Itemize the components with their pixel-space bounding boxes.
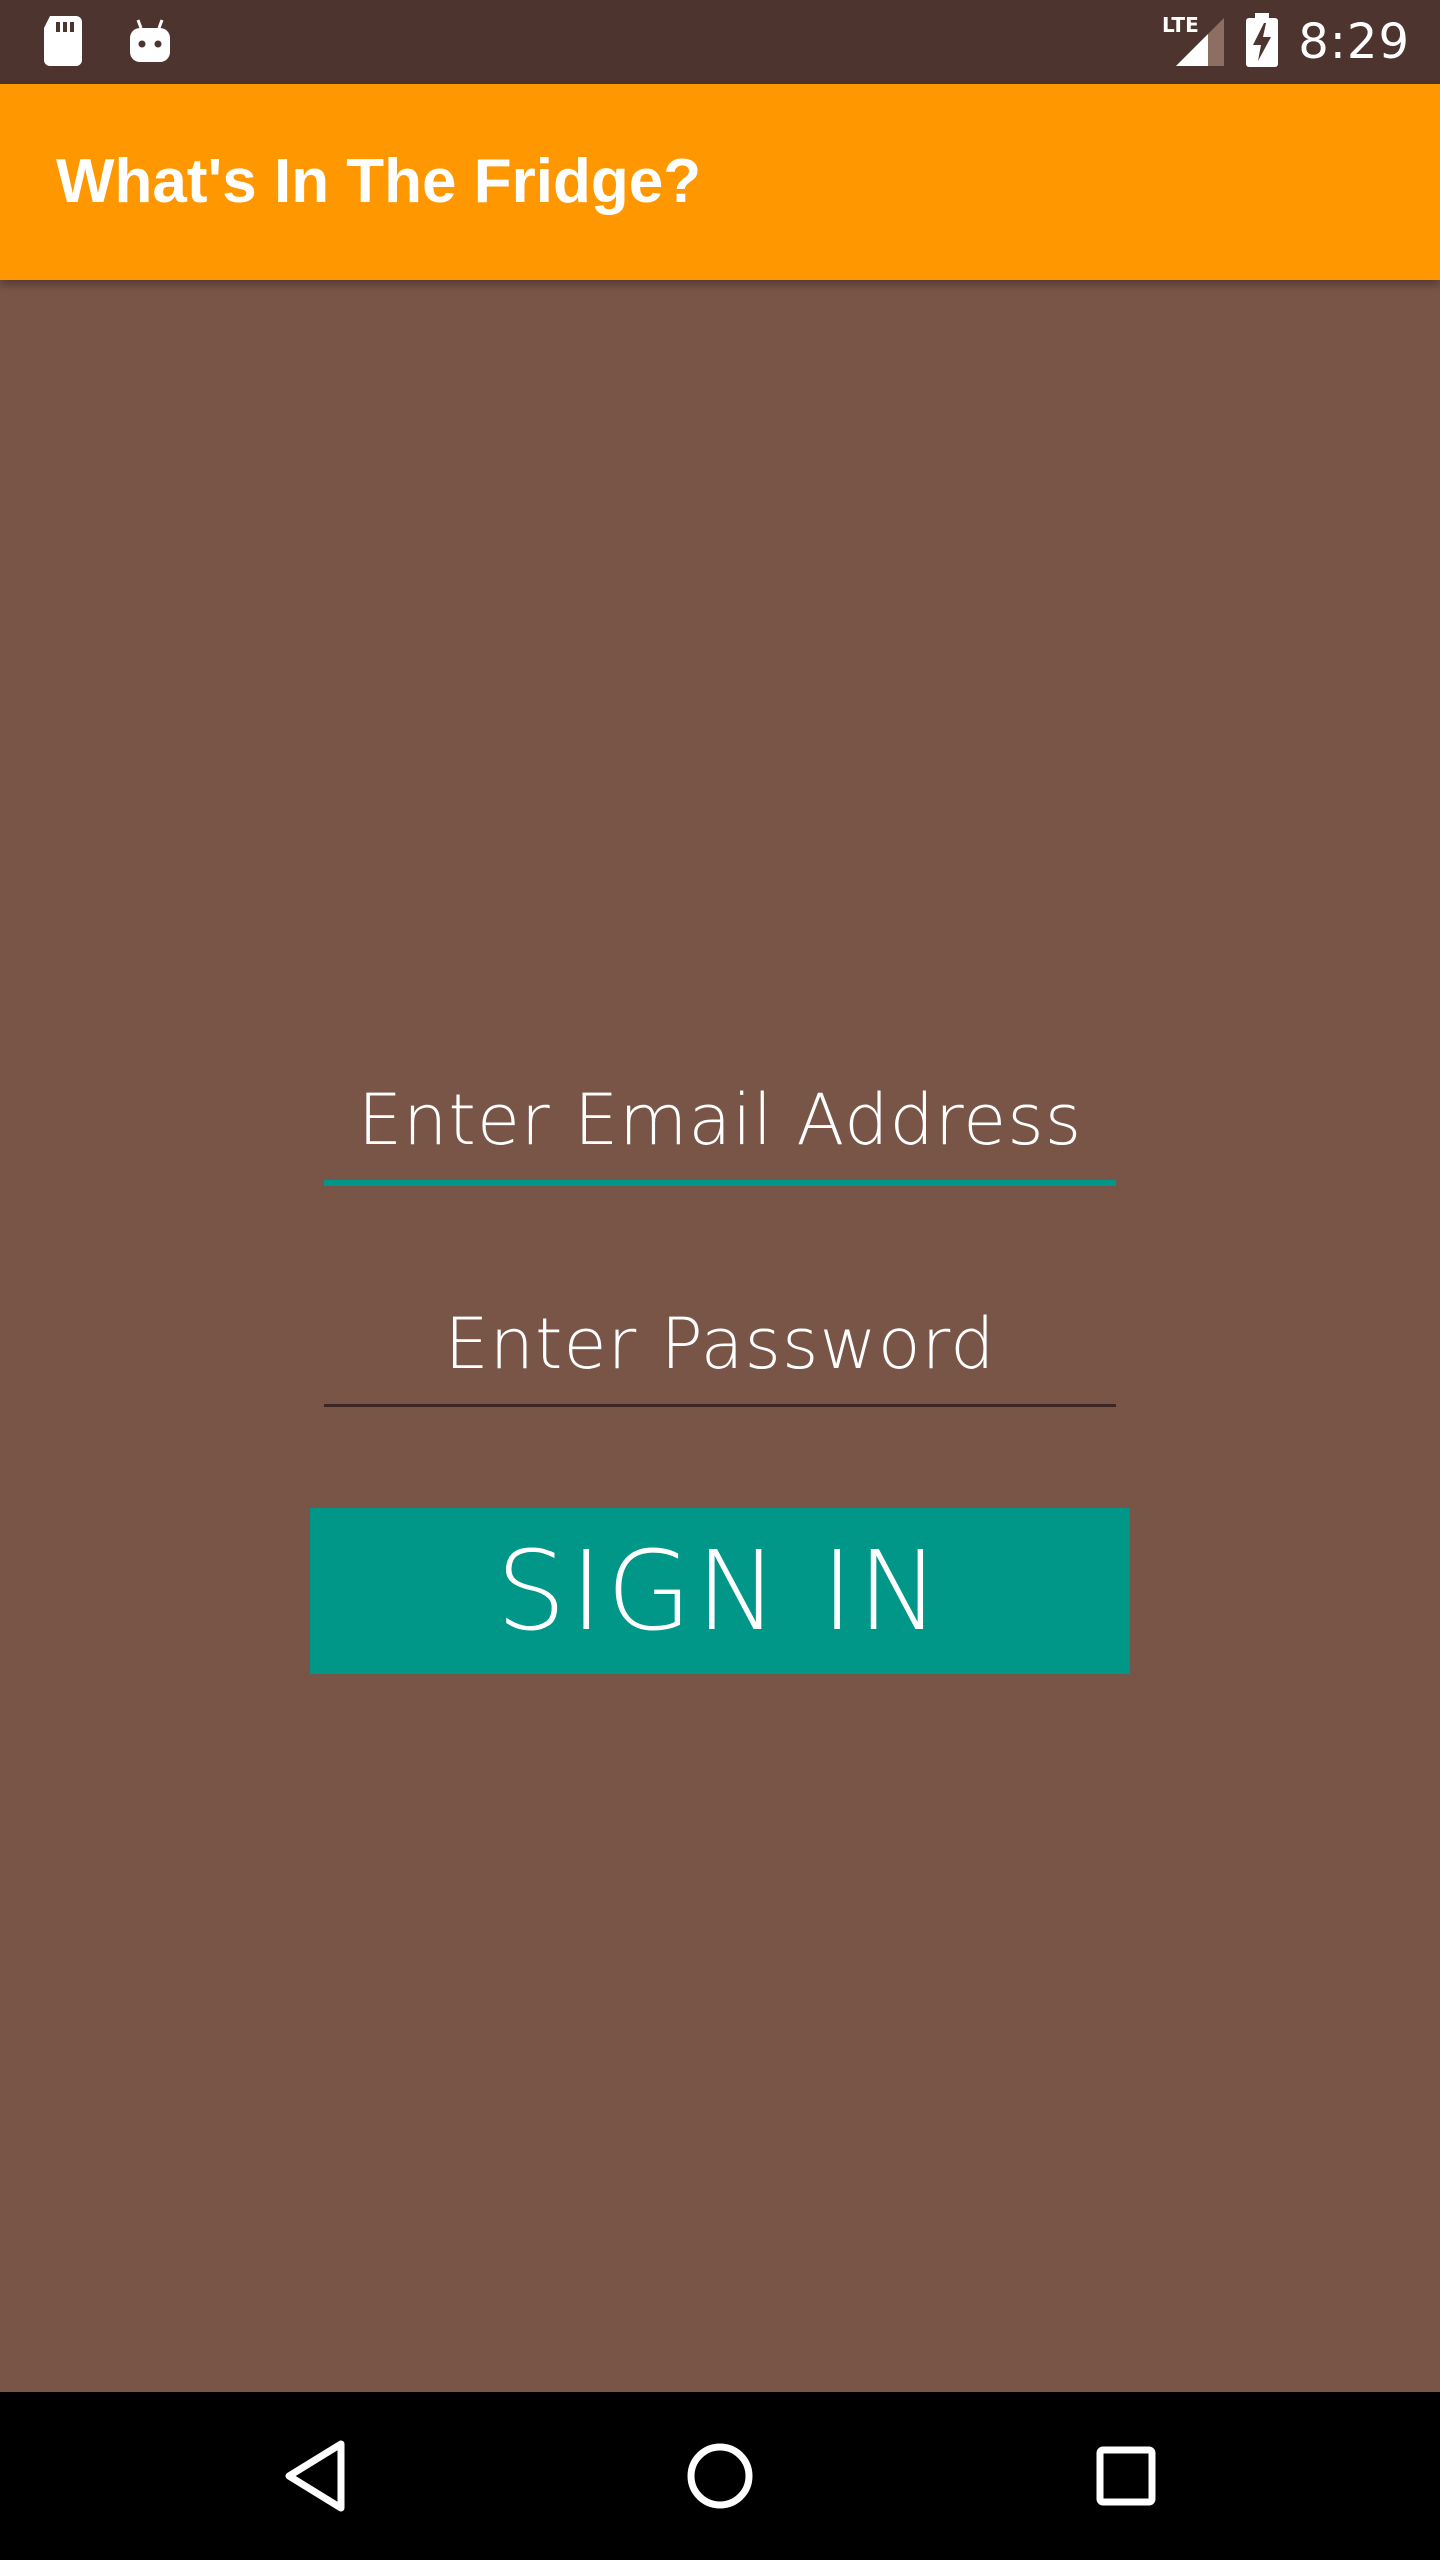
back-button[interactable] [256, 2416, 376, 2536]
email-field-underline [324, 1180, 1116, 1186]
email-field-container [324, 1060, 1116, 1186]
recents-button[interactable] [1066, 2416, 1186, 2536]
navigation-bar [0, 2392, 1440, 2560]
clock: 8:29 [1298, 14, 1410, 70]
home-icon [687, 2443, 753, 2509]
password-field-container [324, 1284, 1116, 1407]
login-screen: LTE 8:29 What's In The Fridge? Enter Ema… [0, 0, 1440, 2560]
battery-charging-icon [1244, 13, 1280, 71]
network-type-label: LTE [1162, 13, 1199, 37]
email-field[interactable] [324, 1060, 1116, 1180]
sign-in-button[interactable]: SIGN IN [310, 1508, 1130, 1674]
password-field-underline [324, 1404, 1116, 1407]
back-icon [285, 2440, 345, 2512]
status-bar: LTE 8:29 [0, 0, 1440, 84]
signal-icon: LTE [1162, 12, 1226, 72]
android-icon [128, 18, 172, 68]
app-title: What's In The Fridge? [56, 147, 702, 216]
home-button[interactable] [660, 2416, 780, 2536]
password-field[interactable] [324, 1284, 1116, 1404]
recents-icon [1096, 2446, 1156, 2506]
sd-card-icon [42, 16, 84, 70]
app-bar: What's In The Fridge? [0, 84, 1440, 280]
